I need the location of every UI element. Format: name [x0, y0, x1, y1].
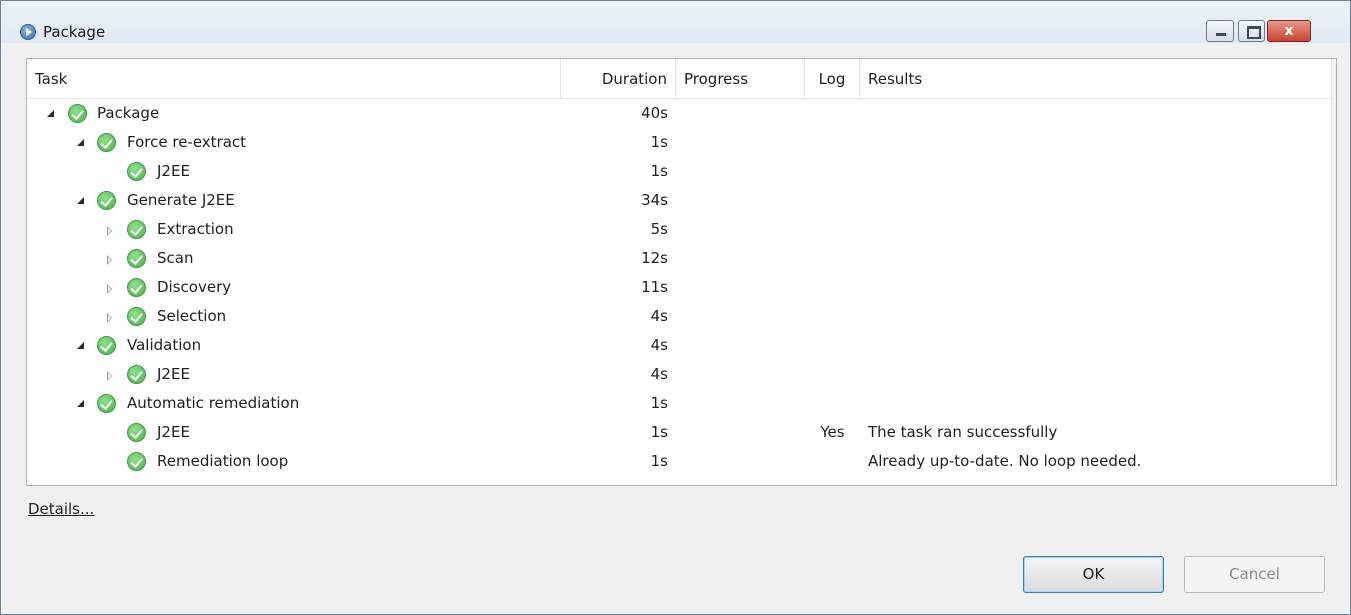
collapse-triangle-icon[interactable] — [107, 255, 112, 265]
column-header-task[interactable]: Task — [27, 59, 561, 99]
task-label: Scan — [157, 249, 194, 267]
collapse-triangle-icon[interactable] — [107, 226, 112, 236]
expand-triangle-icon[interactable] — [77, 400, 84, 407]
table-row[interactable]: Validation 4s — [27, 331, 1332, 360]
task-tree-table: Task Duration Progress Log Results Packa… — [26, 58, 1337, 486]
success-check-icon — [127, 220, 146, 239]
cancel-button[interactable]: Cancel — [1184, 556, 1325, 593]
task-duration: 1s — [650, 162, 668, 180]
table-row[interactable]: Scan 12s — [27, 244, 1332, 273]
package-dialog: Package x Task Duration Progress Log Res… — [0, 0, 1351, 615]
task-duration: 1s — [650, 394, 668, 412]
close-icon: x — [1284, 23, 1294, 39]
task-label: Generate J2EE — [127, 191, 235, 209]
expand-triangle-icon[interactable] — [77, 197, 84, 204]
table-header: Task Duration Progress Log Results — [27, 59, 1332, 99]
success-check-icon — [97, 133, 116, 152]
task-duration: 40s — [641, 104, 668, 122]
task-label: Extraction — [157, 220, 234, 238]
table-row[interactable]: Package 40s — [27, 99, 1332, 128]
task-duration: 4s — [650, 336, 668, 354]
table-row[interactable]: Generate J2EE 34s — [27, 186, 1332, 215]
task-duration: 4s — [650, 307, 668, 325]
column-header-duration[interactable]: Duration — [561, 59, 676, 99]
task-log[interactable]: Yes — [805, 418, 860, 447]
task-results: The task ran successfully — [868, 423, 1058, 441]
expand-triangle-icon[interactable] — [77, 139, 84, 146]
success-check-icon — [97, 394, 116, 413]
minimize-button[interactable] — [1206, 20, 1234, 42]
table-row[interactable]: Selection 4s — [27, 302, 1332, 331]
column-header-log[interactable]: Log — [805, 59, 860, 99]
title-bar[interactable]: Package x — [1, 1, 1350, 43]
scrollbar[interactable] — [1331, 59, 1336, 485]
success-check-icon — [127, 423, 146, 442]
success-check-icon — [127, 162, 146, 181]
task-label: J2EE — [157, 162, 190, 180]
success-check-icon — [97, 336, 116, 355]
collapse-triangle-icon[interactable] — [107, 371, 112, 381]
task-duration: 12s — [641, 249, 668, 267]
collapse-triangle-icon[interactable] — [107, 284, 112, 294]
task-rows: Package 40s Force re-extract 1s J2EE 1s Genera… — [27, 99, 1332, 476]
table-row[interactable]: J2EE 1s — [27, 157, 1332, 186]
task-label: Force re-extract — [127, 133, 247, 151]
task-label: Selection — [157, 307, 227, 325]
success-check-icon — [127, 249, 146, 268]
task-label: Remediation loop — [157, 452, 289, 470]
expand-triangle-icon[interactable] — [47, 110, 54, 117]
table-row[interactable]: Remediation loop 1s Already up-to-date. No… — [27, 447, 1332, 476]
task-duration: 1s — [650, 133, 668, 151]
details-link[interactable]: Details... — [28, 500, 94, 518]
task-label: Validation — [127, 336, 202, 354]
success-check-icon — [127, 307, 146, 326]
collapse-triangle-icon[interactable] — [107, 313, 112, 323]
task-label: Discovery — [157, 278, 232, 296]
task-duration: 5s — [650, 220, 668, 238]
close-button[interactable]: x — [1267, 20, 1311, 42]
task-label: J2EE — [157, 423, 190, 441]
table-row[interactable]: Extraction 5s — [27, 215, 1332, 244]
success-check-icon — [127, 278, 146, 297]
task-duration: 1s — [650, 423, 668, 441]
task-duration: 34s — [641, 191, 668, 209]
task-label: Package — [97, 104, 160, 122]
table-row[interactable]: J2EE 1s Yes The task ran successfully — [27, 418, 1332, 447]
success-check-icon — [127, 365, 146, 384]
success-check-icon — [127, 452, 146, 471]
task-results: Already up-to-date. No loop needed. — [868, 452, 1142, 470]
play-circle-icon — [20, 24, 36, 40]
maximize-button[interactable] — [1238, 20, 1265, 42]
success-check-icon — [97, 191, 116, 210]
table-row[interactable]: Force re-extract 1s — [27, 128, 1332, 157]
task-duration: 1s — [650, 452, 668, 470]
column-header-results[interactable]: Results — [860, 59, 1332, 99]
window-title: Package — [43, 23, 106, 41]
column-header-progress[interactable]: Progress — [676, 59, 805, 99]
table-row[interactable]: Discovery 11s — [27, 273, 1332, 302]
table-row[interactable]: Automatic remediation 1s — [27, 389, 1332, 418]
task-label: J2EE — [157, 365, 190, 383]
task-label: Automatic remediation — [127, 394, 300, 412]
task-duration: 4s — [650, 365, 668, 383]
success-check-icon — [68, 104, 87, 123]
ok-button[interactable]: OK — [1023, 556, 1164, 593]
expand-triangle-icon[interactable] — [77, 342, 84, 349]
table-row[interactable]: J2EE 4s — [27, 360, 1332, 389]
task-duration: 11s — [641, 278, 668, 296]
